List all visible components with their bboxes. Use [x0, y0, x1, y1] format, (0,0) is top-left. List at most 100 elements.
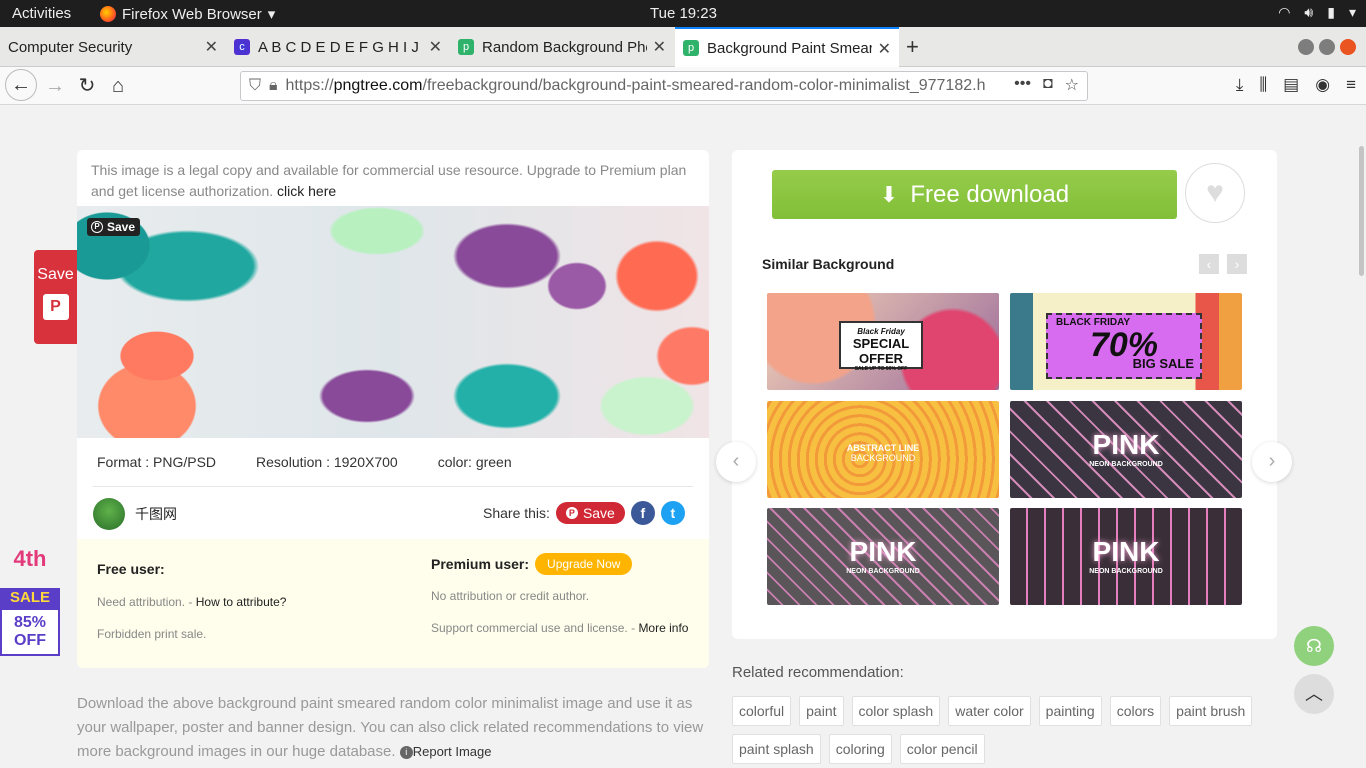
free-user-title: Free user:: [97, 561, 165, 577]
tag[interactable]: paint brush: [1169, 696, 1253, 726]
author[interactable]: 千图网: [93, 498, 177, 530]
firefox-icon: [100, 6, 116, 22]
forward-button[interactable]: →: [40, 71, 70, 101]
app-menu[interactable]: Firefox Web Browser ▾: [100, 5, 275, 23]
close-icon[interactable]: ✕: [429, 37, 442, 57]
similar-background-title: Similar Background: [762, 256, 895, 272]
back-button[interactable]: ←: [5, 69, 37, 101]
favorite-heart-button[interactable]: ♥: [1185, 163, 1245, 223]
more-info-link[interactable]: More info: [638, 621, 688, 635]
similar-thumb-pink-neon-1[interactable]: PINK NEON BACKGROUND: [1010, 401, 1242, 498]
author-name[interactable]: 千图网: [135, 504, 177, 524]
avatar[interactable]: [93, 498, 125, 530]
activities-button[interactable]: Activities: [12, 5, 71, 22]
download-card: ⬇ Free download ♥ Similar Background ‹ ›…: [732, 150, 1277, 639]
shield-icon[interactable]: ⛉: [249, 77, 261, 95]
premium-user-title: Premium user: Upgrade Now: [431, 553, 688, 575]
tag[interactable]: water color: [948, 696, 1031, 726]
legal-notice: This image is a legal copy and available…: [77, 150, 709, 206]
lock-icon[interactable]: 🔒︎: [269, 77, 278, 95]
scrollbar[interactable]: [1359, 146, 1364, 276]
related-tags: colorful paint color splash water color …: [732, 696, 1292, 764]
close-icon[interactable]: ✕: [878, 39, 891, 59]
facebook-icon[interactable]: f: [630, 501, 655, 525]
twitter-icon[interactable]: t: [660, 501, 685, 525]
window-close-button[interactable]: [1340, 39, 1356, 55]
minimize-button[interactable]: [1298, 39, 1314, 55]
license-info: Free user: Need attribution. - How to at…: [77, 539, 709, 668]
how-to-attribute-link[interactable]: How to attribute?: [196, 595, 287, 609]
system-top-bar: Activities Firefox Web Browser ▾ Tue 19:…: [0, 0, 1366, 27]
similar-pager: ‹ ›: [1199, 254, 1247, 274]
bookmark-star-icon[interactable]: ☆: [1065, 75, 1079, 95]
close-icon[interactable]: ✕: [653, 37, 666, 57]
chevron-right-icon[interactable]: ›: [1227, 254, 1247, 274]
tag[interactable]: color splash: [851, 696, 941, 726]
tag[interactable]: color pencil: [899, 734, 985, 764]
pngtree-favicon-icon: p: [458, 39, 474, 55]
color-info: color: green: [437, 454, 512, 470]
url-bar[interactable]: ⛉ 🔒︎ https://pngtree.com/freebackground/…: [240, 71, 1088, 101]
tag[interactable]: paint splash: [732, 734, 821, 764]
sidebar-icon[interactable]: ▤: [1283, 75, 1299, 95]
tab-label: Computer Security: [8, 38, 133, 56]
format-info: Format : PNG/PSD: [97, 454, 217, 470]
support-chat-button[interactable]: ☊: [1294, 626, 1334, 666]
chevron-left-icon[interactable]: ‹: [1199, 254, 1219, 274]
pinterest-share-button[interactable]: P Save: [555, 502, 625, 524]
tag[interactable]: paint: [799, 696, 844, 726]
carousel-next-button[interactable]: ›: [1252, 442, 1292, 482]
sale-badge[interactable]: 4th SALE 85% OFF: [0, 546, 60, 656]
image-description: Download the above background paint smea…: [77, 695, 704, 760]
similar-thumb-pink-neon-3[interactable]: PINK NEON BACKGROUND: [1010, 508, 1242, 605]
site-favicon-icon: c: [234, 39, 250, 55]
pngtree-favicon-icon: p: [683, 40, 699, 56]
side-pinterest-save[interactable]: Save P: [34, 250, 77, 344]
account-icon[interactable]: ◉: [1315, 75, 1330, 95]
home-button[interactable]: ⌂: [103, 71, 133, 101]
close-icon[interactable]: ✕: [205, 37, 218, 57]
tag[interactable]: colors: [1109, 696, 1162, 726]
similar-thumb-pink-neon-2[interactable]: PINK NEON BACKGROUND: [767, 508, 999, 605]
maximize-button[interactable]: [1319, 39, 1335, 55]
sale-label: SALE: [0, 588, 60, 608]
battery-icon: ▮: [1327, 4, 1335, 20]
upgrade-now-button[interactable]: Upgrade Now: [535, 553, 633, 575]
free-user-column: Free user: Need attribution. - How to at…: [97, 561, 286, 641]
menu-icon[interactable]: ≡: [1346, 75, 1356, 95]
system-tray[interactable]: ◠ 🔊︎ ▮ ▾: [1278, 4, 1356, 21]
tab-bar: Computer Security ✕ c A B C D E D E F G …: [0, 27, 1366, 67]
tag[interactable]: painting: [1038, 696, 1102, 726]
tab-random-background[interactable]: p Random Background Pho ✕: [450, 27, 674, 67]
new-tab-button[interactable]: +: [906, 34, 919, 60]
reload-button[interactable]: ↻: [72, 71, 102, 101]
pocket-icon[interactable]: ◘: [1043, 75, 1053, 95]
tab-alphabet[interactable]: c A B C D E D E F G H I J K L ✕: [226, 27, 450, 67]
similar-thumb-black-friday-offer[interactable]: Black Friday SPECIAL OFFER SALE UP TO 50…: [767, 293, 999, 390]
preview-image[interactable]: P Save: [77, 206, 709, 438]
similar-thumb-abstract-line[interactable]: ABSTRACT LINE BACKGROUND: [767, 401, 999, 498]
tag[interactable]: coloring: [828, 734, 892, 764]
wifi-icon: ◠: [1278, 4, 1291, 20]
premium-user-column: Premium user: Upgrade Now No attribution…: [431, 553, 688, 635]
carousel-prev-button[interactable]: ‹: [716, 442, 756, 482]
back-to-top-button[interactable]: ︿: [1294, 674, 1334, 714]
downloads-icon[interactable]: ⤓: [1236, 75, 1244, 95]
click-here-link[interactable]: click here: [277, 183, 336, 199]
similar-thumb-black-friday-70[interactable]: BLACK FRIDAY 70% BIG SALE: [1010, 293, 1242, 390]
divider: [93, 486, 693, 487]
library-icon[interactable]: ⫼: [1259, 75, 1267, 95]
clock[interactable]: Tue 19:23: [650, 5, 717, 22]
tab-background-paint[interactable]: p Background Paint Smear ✕: [675, 27, 899, 67]
toolbar-right: ⤓ ⫼ ▤ ◉ ≡: [1236, 75, 1356, 95]
image-detail-card: This image is a legal copy and available…: [77, 150, 709, 668]
forbidden-print: Forbidden print sale.: [97, 627, 207, 641]
tag[interactable]: colorful: [732, 696, 792, 726]
free-download-button[interactable]: ⬇ Free download: [772, 170, 1177, 219]
url-actions: ••• ◘ ☆: [1014, 75, 1079, 95]
pinterest-icon: P: [91, 221, 103, 233]
pinterest-save-button[interactable]: P Save: [87, 218, 141, 236]
page-actions-icon[interactable]: •••: [1014, 75, 1031, 95]
report-image-link[interactable]: i Report Image: [399, 744, 491, 760]
tab-computer-security[interactable]: Computer Security ✕: [0, 27, 226, 67]
